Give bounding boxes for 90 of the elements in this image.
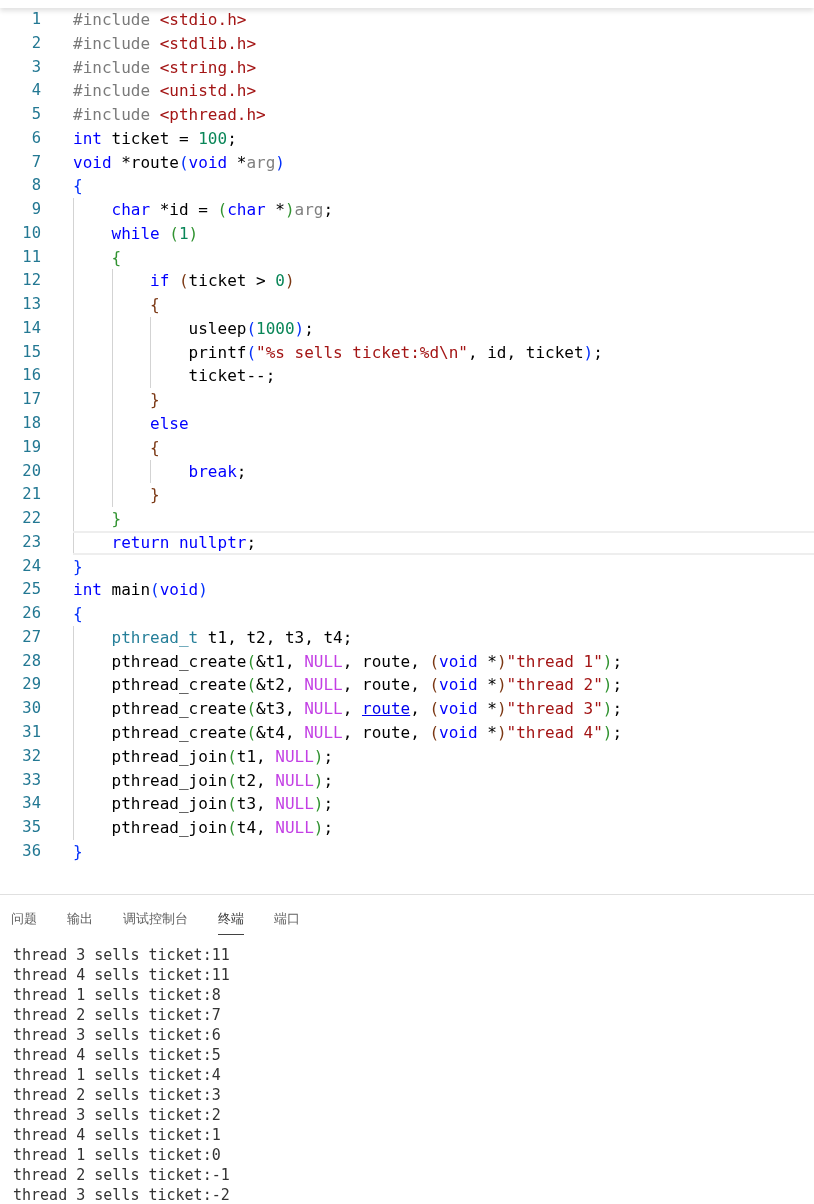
- terminal-line: thread 3 sells ticket:-2: [13, 1184, 230, 1204]
- code-line: pthread_join(t2, NULL);: [110, 770, 334, 790]
- code-line: ticket--;: [187, 366, 276, 386]
- line-number: 32: [21, 745, 41, 767]
- code-line: pthread_create(&t2, NULL, route, (void *)"thread 2");: [110, 675, 623, 695]
- terminal-line: thread 4 sells ticket:5: [13, 1044, 221, 1065]
- line-number: 2: [30, 32, 41, 54]
- panel-tab[interactable]: 问题: [11, 906, 37, 935]
- code-line: #include <stdlib.h>: [73, 33, 257, 53]
- terminal-line: thread 3 sells ticket:6: [13, 1024, 221, 1045]
- panel-tab[interactable]: 输出: [67, 906, 93, 935]
- panel-tab[interactable]: 端口: [274, 906, 300, 935]
- line-number: 30: [21, 698, 41, 720]
- code-line: #include <pthread.h>: [73, 105, 266, 125]
- code-line: {: [149, 437, 160, 457]
- code-line: #include <stdio.h>: [73, 10, 247, 29]
- line-number: 10: [21, 222, 41, 244]
- line-number: 36: [21, 840, 41, 862]
- code-line: #include <unistd.h>: [73, 81, 257, 101]
- code-line: char *id = (char *)arg;: [110, 200, 334, 220]
- terminal-line: thread 3 sells ticket:2: [13, 1104, 221, 1125]
- code-line: while (1): [110, 223, 199, 243]
- code-line: printf("%s sells ticket:%d\n", id, ticket);: [187, 342, 603, 362]
- line-number: 28: [21, 650, 41, 672]
- terminal-line: thread 1 sells ticket:8: [13, 984, 221, 1005]
- code-line: {: [149, 295, 160, 315]
- line-number: 1: [30, 9, 41, 30]
- line-number: 35: [21, 817, 41, 839]
- code-line: pthread_create(&t1, NULL, route, (void *)"thread 1");: [110, 651, 623, 671]
- code-line: }: [149, 485, 160, 505]
- code-line: #include <string.h>: [73, 57, 257, 77]
- code-line: {: [73, 604, 83, 624]
- code-line: if (ticket > 0): [149, 271, 295, 291]
- code-line: pthread_create(&t4, NULL, route, (void *)"thread 4");: [110, 722, 623, 742]
- line-number: 4: [30, 80, 41, 102]
- line-number: 15: [21, 341, 41, 363]
- line-number: 25: [21, 579, 41, 601]
- line-number: 29: [21, 674, 41, 696]
- code-line: int ticket = 100;: [73, 128, 237, 148]
- line-number: 12: [21, 270, 41, 292]
- code-line: }: [149, 390, 160, 410]
- terminal-line: thread 2 sells ticket:7: [13, 1004, 221, 1025]
- code-line: break;: [187, 461, 247, 481]
- code-line: {: [110, 247, 122, 267]
- line-number: 5: [30, 104, 41, 126]
- line-number: 34: [21, 793, 41, 815]
- line-number: 3: [30, 56, 41, 78]
- terminal-line: thread 4 sells ticket:1: [13, 1124, 221, 1145]
- line-number: 17: [21, 389, 41, 411]
- line-number: 7: [30, 151, 41, 173]
- panel-tab[interactable]: 调试控制台: [123, 906, 188, 935]
- terminal-line: thread 1 sells ticket:4: [13, 1064, 221, 1085]
- line-number: 23: [21, 531, 41, 553]
- line-number: 31: [21, 721, 41, 743]
- panel-tab[interactable]: 终端: [218, 906, 244, 935]
- line-number: 33: [21, 769, 41, 791]
- line-number: 11: [21, 246, 41, 268]
- code-line: pthread_join(t3, NULL);: [110, 794, 334, 814]
- line-number: 6: [30, 127, 41, 149]
- line-number: 24: [21, 555, 41, 577]
- code-line: usleep(1000);: [187, 318, 314, 338]
- line-number: 19: [21, 436, 41, 458]
- code-line: }: [73, 841, 83, 861]
- line-number: 13: [21, 294, 41, 316]
- line-number: 26: [21, 603, 41, 625]
- line-number: 18: [21, 413, 41, 434]
- code-line: pthread_join(t4, NULL);: [110, 818, 334, 838]
- terminal-line: thread 1 sells ticket:0: [13, 1144, 221, 1165]
- code-line: return nullptr;: [110, 532, 257, 552]
- line-number: 8: [30, 175, 41, 197]
- code-line: }: [110, 509, 122, 529]
- line-number: 14: [21, 317, 41, 339]
- line-number: 20: [21, 460, 41, 482]
- terminal-line: thread 4 sells ticket:11: [13, 964, 230, 985]
- line-number: 27: [21, 626, 41, 648]
- code-line: int main(void): [73, 580, 208, 600]
- code-line: }: [73, 556, 83, 576]
- code-line: pthread_join(t1, NULL);: [110, 746, 334, 766]
- code-line: pthread_create(&t3, NULL, route, (void *)"thread 3");: [110, 699, 623, 719]
- line-number: 16: [21, 365, 41, 387]
- code-line: pthread_t t1, t2, t3, t4;: [110, 627, 353, 647]
- code-line: void *route(void *arg): [73, 152, 285, 172]
- line-number: 22: [21, 508, 41, 530]
- code-line: {: [73, 176, 83, 196]
- line-number: 9: [30, 199, 41, 221]
- code-line: else: [149, 414, 189, 433]
- line-number: 21: [21, 484, 41, 506]
- terminal-line: thread 2 sells ticket:3: [13, 1084, 221, 1105]
- terminal-line: thread 2 sells ticket:-1: [13, 1164, 230, 1185]
- terminal-line: thread 3 sells ticket:11: [13, 944, 230, 965]
